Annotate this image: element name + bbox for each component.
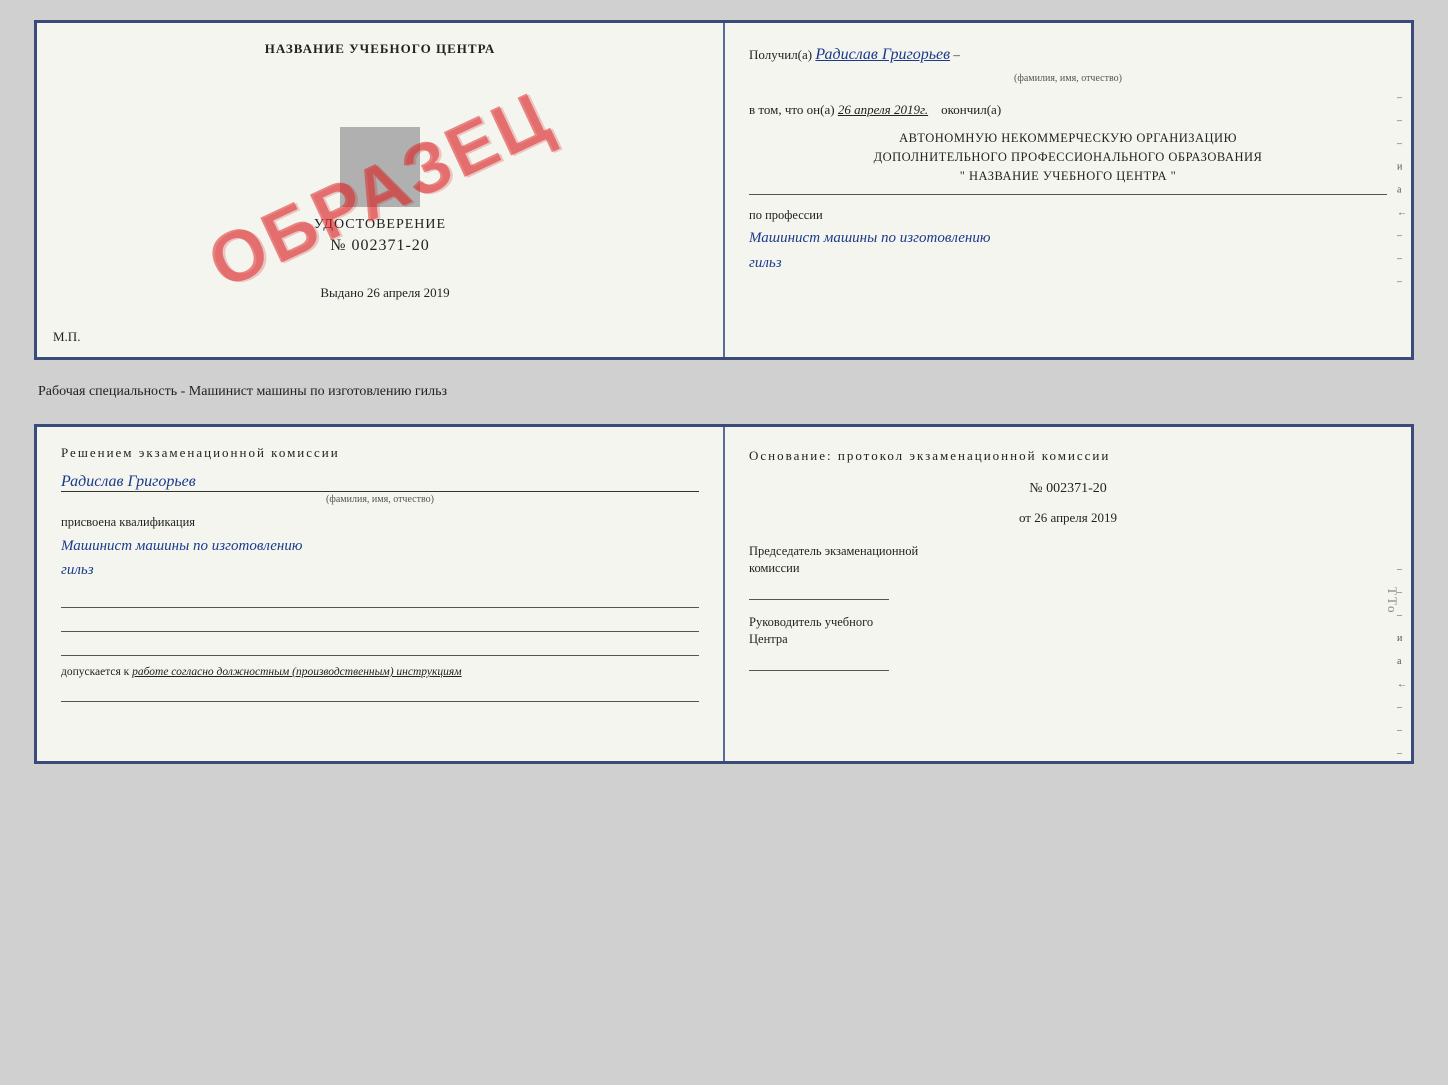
cert-label: УДОСТОВЕРЕНИЕ <box>314 217 446 233</box>
received-prefix: Получил(а) <box>749 47 812 62</box>
b-marker-а: а <box>1397 653 1407 670</box>
marker-3: – <box>1397 136 1407 153</box>
b-marker-arrow: ← <box>1397 676 1407 693</box>
head-sig-line <box>749 653 889 671</box>
marker-2: – <box>1397 113 1407 130</box>
bottom-doc-right: Основание: протокол экзаменационной коми… <box>725 427 1411 761</box>
received-line: Получил(а) Радислав Григорьев – (фамилия… <box>749 41 1387 87</box>
b-marker-6: – <box>1397 745 1407 762</box>
org-block: АВТОНОМНУЮ НЕКОММЕРЧЕСКУЮ ОРГАНИЗАЦИЮ ДО… <box>749 129 1387 185</box>
top-document: НАЗВАНИЕ УЧЕБНОГО ЦЕНТРА ОБРАЗЕЦ УДОСТОВ… <box>34 20 1414 360</box>
b-marker-и: и <box>1397 630 1407 647</box>
marker-1: – <box>1397 90 1407 107</box>
blank-line-1 <box>61 590 699 608</box>
допускается-prefix: допускается к <box>61 666 129 678</box>
marker-4: – <box>1397 228 1407 245</box>
допускается-text: работе согласно должностным (производств… <box>132 666 461 678</box>
commission-decision: Решением экзаменационной комиссии <box>61 445 699 461</box>
bottom-document: Решением экзаменационной комиссии Радисл… <box>34 424 1414 764</box>
b-marker-1: – <box>1397 561 1407 578</box>
org-line1: АВТОНОМНУЮ НЕКОММЕРЧЕСКУЮ ОРГАНИЗАЦИЮ <box>749 129 1387 148</box>
org-line3: " НАЗВАНИЕ УЧЕБНОГО ЦЕНТРА " <box>749 167 1387 186</box>
blank-lines <box>61 590 699 656</box>
person-name-block: Радислав Григорьев (фамилия, имя, отчест… <box>61 473 699 505</box>
osnov-title: Основание: протокол экзаменационной коми… <box>749 445 1387 467</box>
name-underline: Радислав Григорьев <box>61 473 699 492</box>
blank-line-3 <box>61 638 699 656</box>
received-dash: – <box>953 47 960 62</box>
issued-label: Выдано <box>320 285 363 300</box>
head-line1: Руководитель учебного <box>749 615 873 629</box>
proto-date-prefix: от <box>1019 510 1031 525</box>
org-underline <box>749 194 1387 195</box>
issued-line: Выдано 26 апреля 2019 <box>310 285 449 301</box>
qual-handwritten: Машинист машины по изготовлению гильз <box>61 534 699 582</box>
chairman-line2: комиссии <box>749 561 800 575</box>
marker-5: – <box>1397 251 1407 268</box>
cert-block: УДОСТОВЕРЕНИЕ № 002371-20 <box>314 117 446 255</box>
top-doc-right: Получил(а) Радислав Григорьев – (фамилия… <box>725 23 1411 357</box>
cert-number: № 002371-20 <box>314 237 446 255</box>
profession-hw1: Машинист машины по изготовлению <box>749 226 1387 252</box>
inthat-line: в том, что он(а) 26 апреля 2019г. окончи… <box>749 99 1387 121</box>
chairman-title: Председатель экзаменационной комиссии <box>749 543 1387 578</box>
qual-hw2: гильз <box>61 558 699 582</box>
assigned-qual-label: присвоена квалификация <box>61 515 699 530</box>
chairman-sig-line <box>749 582 889 600</box>
bottom-doc-left: Решением экзаменационной комиссии Радисл… <box>37 427 725 761</box>
proto-date: от 26 апреля 2019 <box>749 507 1387 529</box>
marker-и: и <box>1397 159 1407 176</box>
допускается-block: допускается к работе согласно должностны… <box>61 666 699 678</box>
received-name: Радислав Григорьев <box>815 46 950 63</box>
blank-line-2 <box>61 614 699 632</box>
b-marker-4: – <box>1397 699 1407 716</box>
head-block: Руководитель учебного Центра <box>749 614 1387 671</box>
head-line2: Центра <box>749 632 788 646</box>
top-doc-left: НАЗВАНИЕ УЧЕБНОГО ЦЕНТРА ОБРАЗЕЦ УДОСТОВ… <box>37 23 725 357</box>
tto-text: TTo <box>1381 587 1403 614</box>
marker-6: – <box>1397 274 1407 291</box>
school-name-top: НАЗВАНИЕ УЧЕБНОГО ЦЕНТРА <box>265 41 496 57</box>
photo-placeholder <box>340 127 420 207</box>
finished-label: окончил(а) <box>941 102 1001 117</box>
proto-number: № 002371-20 <box>749 477 1387 501</box>
person-name: Радислав Григорьев <box>61 473 196 490</box>
page-container: НАЗВАНИЕ УЧЕБНОГО ЦЕНТРА ОБРАЗЕЦ УДОСТОВ… <box>34 20 1414 764</box>
org-line2: ДОПОЛНИТЕЛЬНОГО ПРОФЕССИОНАЛЬНОГО ОБРАЗО… <box>749 148 1387 167</box>
fio-hint-bottom: (фамилия, имя, отчество) <box>61 494 699 505</box>
fio-hint-top: (фамилия, имя, отчество) <box>749 70 1387 87</box>
right-markers-top: – – – и а ← – – – <box>1397 90 1407 291</box>
mp-label: М.П. <box>53 329 80 345</box>
specialty-label: Рабочая специальность - Машинист машины … <box>34 378 1414 406</box>
chairman-line1: Председатель экзаменационной <box>749 544 918 558</box>
qual-hw1: Машинист машины по изготовлению <box>61 534 699 558</box>
inthat-prefix: в том, что он(а) <box>749 102 835 117</box>
proto-date-value: 26 апреля 2019 <box>1034 510 1117 525</box>
chairman-block: Председатель экзаменационной комиссии <box>749 543 1387 600</box>
issued-date: 26 апреля 2019 <box>367 285 450 300</box>
head-title: Руководитель учебного Центра <box>749 614 1387 649</box>
inthat-date: 26 апреля 2019г. <box>838 102 928 117</box>
profession-line: по профессии Машинист машины по изготовл… <box>749 205 1387 277</box>
profession-hw2: гильз <box>749 251 1387 277</box>
blank-line-bottom <box>61 684 699 702</box>
marker-а: а <box>1397 182 1407 199</box>
marker-arrow: ← <box>1397 205 1407 222</box>
profession-label: по профессии <box>749 205 1387 226</box>
b-marker-5: – <box>1397 722 1407 739</box>
